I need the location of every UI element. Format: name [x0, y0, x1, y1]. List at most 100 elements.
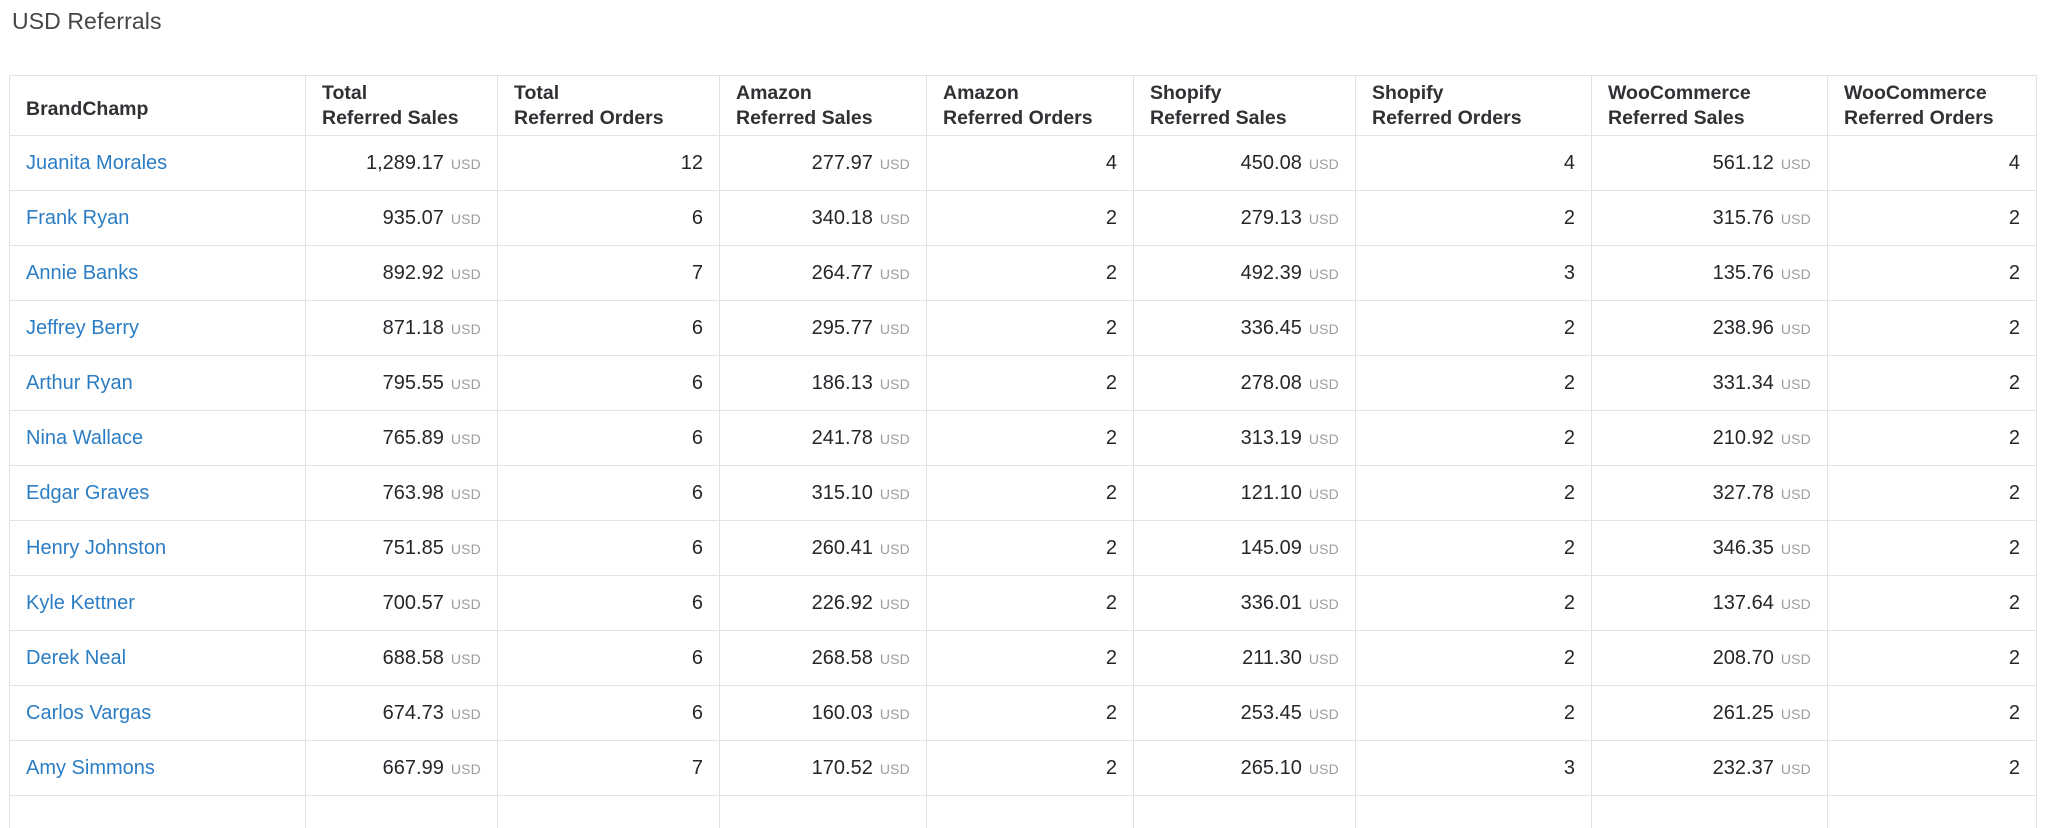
brandchamp-link[interactable]: Arthur Ryan [26, 372, 133, 394]
brandchamp-link[interactable]: Edgar Graves [26, 482, 149, 504]
brandchamp-link[interactable]: Henry Johnston [26, 537, 166, 559]
cell-woocommerce-referred-orders: 2 [1827, 465, 2037, 521]
cell-amazon-referred-sales: 170.52 USD [719, 740, 927, 796]
money-value-group: 208.70 USD [1713, 647, 1811, 670]
cell-woocommerce-referred-orders: 4 [1827, 135, 2037, 191]
column-header-woocommerce-referred-sales[interactable]: WooCommerce Referred Sales [1591, 75, 1828, 136]
brandchamp-link[interactable]: Frank Ryan [26, 207, 129, 229]
currency-code-label: USD [450, 485, 481, 502]
column-header-amazon-referred-orders-line2: Referred Orders [943, 106, 1093, 129]
money-amount: 935.07 [382, 206, 444, 229]
money-value-group: 315.10 USD [812, 482, 910, 505]
cell-shopify-referred-sales: 121.10 USD [1133, 465, 1356, 521]
brandchamp-link[interactable]: Kyle Kettner [26, 592, 135, 614]
brandchamp-link[interactable]: Nina Wallace [26, 427, 143, 449]
cell-amazon-referred-orders: 2 [926, 190, 1134, 246]
order-count-value: 2 [2008, 536, 2020, 559]
money-amount: 261.25 [1712, 701, 1774, 724]
cell-shopify-referred-sales: 336.45 USD [1133, 300, 1356, 356]
money-value-group: 688.58 USD [383, 647, 481, 670]
order-count-value: 6 [691, 371, 703, 394]
cell-amazon-referred-orders: 2 [926, 300, 1134, 356]
column-header-shopify-referred-sales[interactable]: Shopify Referred Sales [1133, 75, 1356, 136]
column-header-total-referred-orders-line2: Referred Orders [514, 106, 664, 129]
currency-code-label: USD [1308, 430, 1339, 447]
cell-amazon-referred-sales: 264.77 USD [719, 245, 927, 301]
cell-brandchamp: Juanita Morales [9, 135, 306, 191]
money-value-group: 327.78 USD [1713, 482, 1811, 505]
cell-woocommerce-referred-sales: 261.25 USD [1591, 685, 1828, 741]
table-row: Juanita Morales 1,289.17 USD 12 277.97 USD 4 45… [9, 135, 2037, 191]
brandchamp-link[interactable]: Carlos Vargas [26, 702, 151, 724]
cell-shopify-referred-sales: 492.39 USD [1133, 245, 1356, 301]
cell-total-referred-sales: 763.98 USD [305, 465, 498, 521]
money-amount: 264.77 [811, 261, 873, 284]
cell-amazon-referred-sales: 226.92 USD [719, 575, 927, 631]
currency-code-label: USD [450, 650, 481, 667]
money-amount: 238.96 [1712, 316, 1774, 339]
cell-shopify-referred-orders: 2 [1355, 520, 1592, 576]
cell-woocommerce-referred-orders: 2 [1827, 410, 2037, 466]
column-header-amazon-referred-sales[interactable]: Amazon Referred Sales [719, 75, 927, 136]
money-value-group: 315.76 USD [1713, 207, 1811, 230]
table-body: Juanita Morales 1,289.17 USD 12 277.97 USD 4 45… [9, 135, 2037, 828]
money-amount: 232.37 [1712, 756, 1774, 779]
cell-amazon-referred-sales: 295.77 USD [719, 300, 927, 356]
money-amount: 492.39 [1240, 261, 1302, 284]
column-header-woocommerce-referred-orders-line1: WooCommerce [1844, 81, 1987, 104]
money-value-group: 336.45 USD [1241, 317, 1339, 340]
cell-total-referred-sales: 1,289.17 USD [305, 135, 498, 191]
column-header-total-referred-orders[interactable]: Total Referred Orders [497, 75, 720, 136]
table-row: Frank Ryan 935.07 USD 6 340.18 USD 2 279.13 USD 2… [9, 190, 2037, 246]
cell-woocommerce-referred-sales: 561.12 USD [1591, 135, 1828, 191]
cell-amazon-referred-sales: 160.03 USD [719, 685, 927, 741]
money-amount: 277.97 [811, 151, 873, 174]
money-value-group: 260.41 USD [812, 537, 910, 560]
cell-shopify-referred-sales: 265.10 USD [1133, 740, 1356, 796]
currency-code-label: USD [1308, 595, 1339, 612]
money-amount: 253.45 [1240, 701, 1302, 724]
cell-total-referred-sales: 674.73 USD [305, 685, 498, 741]
money-value-group: 210.92 USD [1713, 427, 1811, 450]
column-header-amazon-referred-orders[interactable]: Amazon Referred Orders [926, 75, 1134, 136]
money-amount: 160.03 [811, 701, 873, 724]
cell-woocommerce-referred-orders: 2 [1827, 190, 2037, 246]
order-count-value: 2 [2008, 481, 2020, 504]
brandchamp-link[interactable]: Annie Banks [26, 262, 138, 284]
money-value-group: 336.01 USD [1241, 592, 1339, 615]
column-header-brandchamp[interactable]: BrandChamp [9, 75, 306, 136]
money-value-group: 226.92 USD [812, 592, 910, 615]
cell-empty [1133, 795, 1356, 828]
cell-total-referred-orders: 6 [497, 685, 720, 741]
money-value-group: 700.57 USD [383, 592, 481, 615]
brandchamp-link[interactable]: Derek Neal [26, 647, 126, 669]
column-header-shopify-referred-orders[interactable]: Shopify Referred Orders [1355, 75, 1592, 136]
column-header-woocommerce-referred-orders[interactable]: WooCommerce Referred Orders [1827, 75, 2037, 136]
money-value-group: 892.92 USD [383, 262, 481, 285]
money-amount: 241.78 [811, 426, 873, 449]
money-amount: 313.19 [1240, 426, 1302, 449]
brandchamp-link[interactable]: Amy Simmons [26, 757, 155, 779]
order-count-value: 6 [691, 591, 703, 614]
column-header-total-referred-sales[interactable]: Total Referred Sales [305, 75, 498, 136]
money-amount: 211.30 [1242, 646, 1302, 669]
table-row: Henry Johnston 751.85 USD 6 260.41 USD 2 145.09… [9, 520, 2037, 576]
money-value-group: 145.09 USD [1241, 537, 1339, 560]
money-amount: 765.89 [382, 426, 444, 449]
cell-woocommerce-referred-orders: 2 [1827, 575, 2037, 631]
cell-total-referred-orders: 6 [497, 410, 720, 466]
cell-brandchamp: Arthur Ryan [9, 355, 306, 411]
column-header-shopify-referred-sales-line1: Shopify [1150, 81, 1222, 104]
order-count-value: 2 [1563, 536, 1575, 559]
order-count-value: 2 [2008, 316, 2020, 339]
currency-code-label: USD [879, 265, 910, 282]
brandchamp-link[interactable]: Jeffrey Berry [26, 317, 139, 339]
money-value-group: 674.73 USD [383, 702, 481, 725]
money-value-group: 211.30 USD [1242, 647, 1339, 670]
cell-total-referred-orders: 6 [497, 355, 720, 411]
cell-total-referred-orders: 6 [497, 190, 720, 246]
money-amount: 871.18 [382, 316, 444, 339]
order-count-value: 6 [691, 206, 703, 229]
cell-total-referred-sales: 795.55 USD [305, 355, 498, 411]
brandchamp-link[interactable]: Juanita Morales [26, 152, 167, 174]
